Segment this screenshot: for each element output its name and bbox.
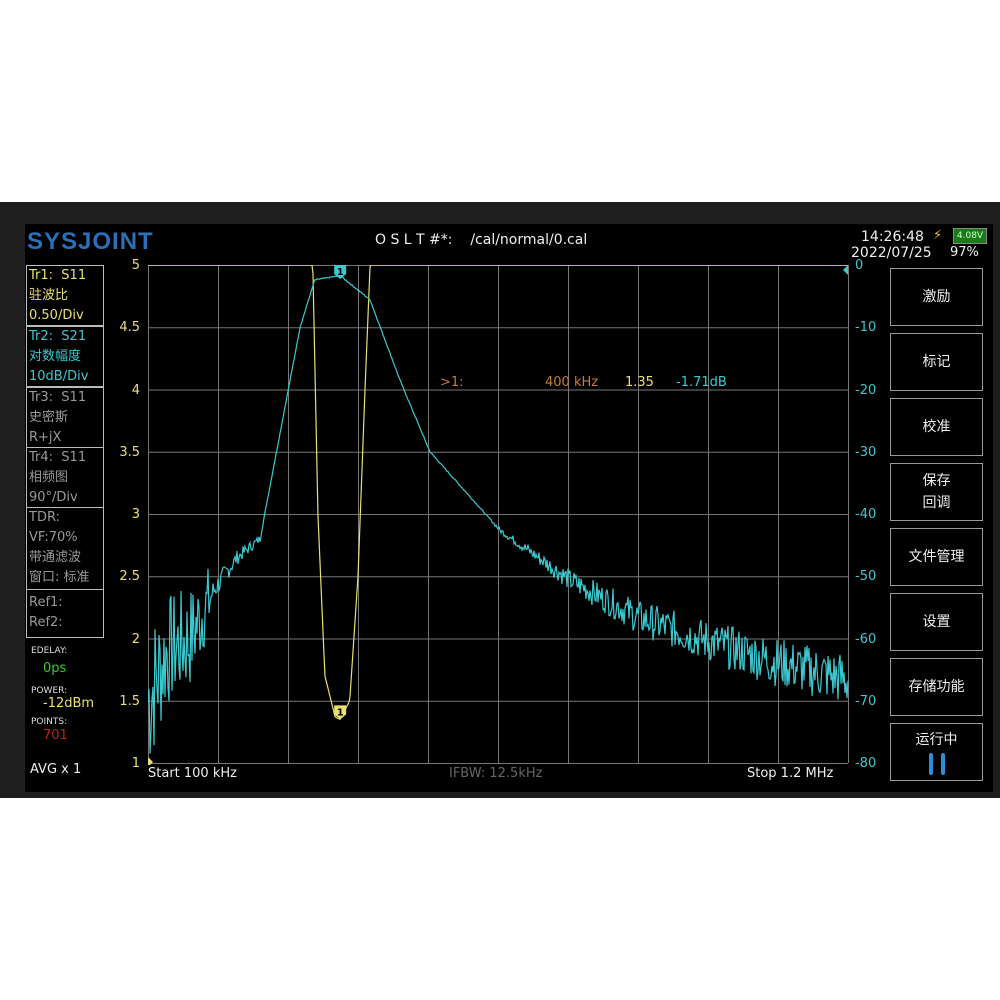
left-tick: 2: [131, 631, 140, 647]
points-label: POINTS:: [31, 717, 68, 727]
button-label: 校准: [922, 419, 951, 435]
button-label: 存储功能: [908, 679, 965, 695]
trace-2-info[interactable]: Tr2: S21 对数幅度 10dB/Div: [26, 326, 104, 387]
button-label: 运行中: [915, 732, 958, 748]
right-tick: -50: [855, 569, 877, 585]
right-tick: -60: [855, 631, 877, 647]
trace-scale: 90°/Div: [29, 490, 78, 505]
left-tick: 3.5: [119, 444, 140, 460]
trace-format: 相频图: [29, 470, 69, 485]
ref-info[interactable]: Ref1: Ref2:: [26, 589, 104, 638]
trace-4-info[interactable]: Tr4: S11 相频图 90°/Div: [26, 447, 104, 508]
right-tick: -80: [855, 756, 877, 771]
trace-id: Tr1:: [29, 268, 54, 283]
logo: SYSJOINT: [27, 228, 154, 255]
right-tick: -20: [855, 382, 877, 398]
trace-1-info[interactable]: Tr1: S11 驻波比 0.50/Div: [26, 265, 104, 326]
trace-scale: 10dB/Div: [29, 369, 89, 384]
button-label: 保存: [922, 473, 951, 489]
calibrate-button[interactable]: 校准: [890, 398, 983, 456]
charging-icon: ⚡: [933, 228, 943, 243]
edelay-value: 0ps: [43, 661, 67, 676]
ref1: Ref1:: [29, 595, 63, 610]
edelay-label: EDELAY:: [31, 646, 68, 656]
button-label: 回调: [922, 495, 951, 511]
marker-number: 1: [337, 267, 344, 278]
stop-frequency[interactable]: Stop 1.2 MHz: [747, 766, 833, 781]
averaging: AVG x 1: [30, 762, 82, 777]
button-label: 文件管理: [908, 549, 965, 565]
battery-percent: 97%: [950, 245, 979, 260]
right-tick: -10: [855, 320, 877, 336]
marker-frequency: 400 kHz: [545, 375, 599, 390]
left-tick: 3: [131, 507, 140, 522]
marker-label: >1:: [440, 375, 464, 390]
tdr-vf: VF:70%: [29, 530, 78, 545]
file-manager-button[interactable]: 文件管理: [890, 528, 983, 586]
trace-param: S21: [61, 329, 87, 344]
ref2: Ref2:: [29, 615, 63, 630]
plot-area[interactable]: 11: [148, 265, 849, 765]
right-tick: 0: [855, 258, 864, 273]
running-button[interactable]: 运行中: [890, 723, 983, 781]
marker-button[interactable]: 标记: [890, 333, 983, 391]
calibration-file: O S L T #*: /cal/normal/0.cal: [375, 232, 587, 248]
power-label: POWER:: [31, 686, 68, 696]
right-tick: -30: [855, 444, 877, 460]
right-tick: -70: [855, 693, 877, 709]
right-tick: -40: [855, 507, 877, 522]
vna-screen: SYSJOINT O S L T #*: /cal/normal/0.cal 1…: [0, 202, 1000, 798]
ifbw[interactable]: IFBW: 12.5kHz: [449, 766, 542, 781]
left-tick: 5: [131, 258, 140, 273]
trace-format: 对数幅度: [29, 349, 82, 364]
trace-format: 史密斯: [29, 410, 69, 425]
left-tick: 1: [131, 756, 140, 771]
trace-3-info[interactable]: Tr3: S11 史密斯 R+jX: [26, 387, 104, 448]
tdr-window: 窗口: 标准: [29, 570, 90, 585]
trace-id: Tr3:: [29, 390, 54, 405]
button-label: 标记: [922, 354, 951, 370]
trace-id: Tr2:: [29, 329, 54, 344]
marker-s21: -1.71dB: [676, 375, 727, 390]
stimulus-button[interactable]: 激励: [890, 268, 983, 326]
clock-time: 14:26:48: [861, 229, 924, 245]
trace-id: Tr4:: [29, 450, 54, 465]
power-value: -12dBm: [43, 696, 95, 711]
display: SYSJOINT O S L T #*: /cal/normal/0.cal 1…: [25, 224, 993, 792]
trace-param: S11: [61, 450, 87, 465]
cal-path: /cal/normal/0.cal: [470, 232, 588, 248]
trace-param: S11: [61, 268, 87, 283]
tdr-mode: 带通滤波: [29, 550, 82, 565]
button-label: 设置: [922, 614, 951, 630]
battery-voltage: 4.08V: [953, 228, 987, 244]
marker-vswr: 1.35: [625, 375, 654, 390]
settings-button[interactable]: 设置: [890, 593, 983, 651]
trace-scale: 0.50/Div: [29, 308, 84, 323]
save-recall-button[interactable]: 保存 回调: [890, 463, 983, 521]
left-tick: 4.5: [119, 320, 140, 336]
start-frequency[interactable]: Start 100 kHz: [148, 766, 237, 781]
storage-button[interactable]: 存储功能: [890, 658, 983, 716]
marker-number: 1: [337, 707, 344, 718]
trace-scale: R+jX: [29, 430, 62, 445]
points-value: 701: [43, 728, 68, 743]
left-tick: 1.5: [119, 693, 140, 709]
cal-label: O S L T #*:: [375, 232, 453, 248]
trace-param: S11: [61, 390, 87, 405]
left-tick: 2.5: [119, 569, 140, 585]
tdr-info[interactable]: TDR: VF:70% 带通滤波 窗口: 标准: [26, 507, 104, 590]
tdr-title: TDR:: [29, 510, 60, 525]
left-tick: 4: [131, 382, 140, 398]
reference-arrow-icon: [843, 265, 848, 275]
pause-icon: [928, 753, 945, 775]
trace-format: 驻波比: [29, 288, 69, 303]
button-label: 激励: [922, 289, 951, 305]
